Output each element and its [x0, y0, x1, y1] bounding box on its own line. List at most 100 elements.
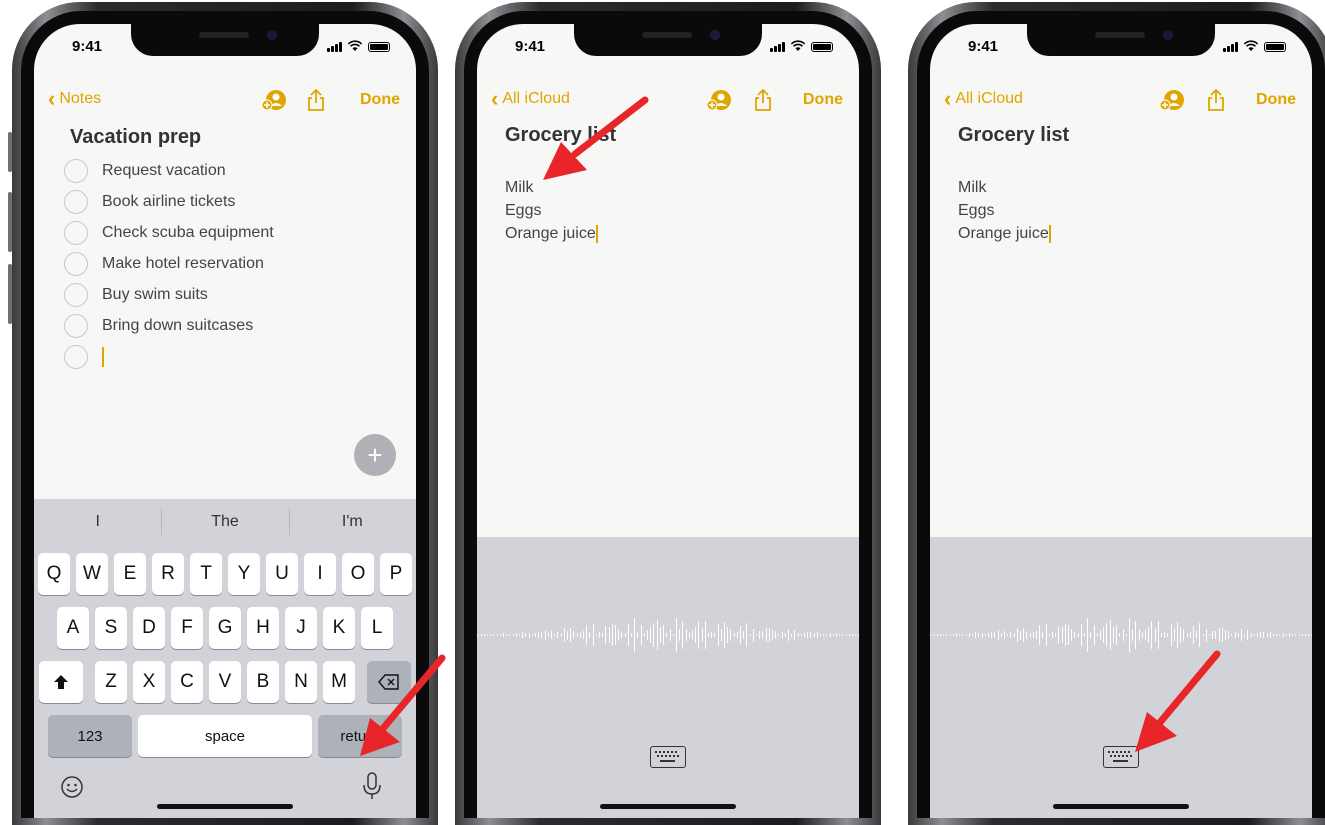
key[interactable]: I	[304, 553, 336, 595]
plus-icon[interactable]: +	[354, 434, 396, 476]
suggestion[interactable]: I	[34, 513, 161, 531]
key[interactable]: J	[285, 607, 317, 649]
checkbox-circle[interactable]	[64, 252, 88, 276]
back-label: Notes	[59, 90, 102, 107]
checklist-item[interactable]: Request vacation	[64, 159, 226, 183]
text-cursor	[595, 225, 598, 243]
done-button[interactable]: Done	[1256, 91, 1296, 109]
wifi-icon	[347, 40, 363, 51]
back-label: All iCloud	[955, 90, 1023, 107]
key[interactable]: F	[171, 607, 203, 649]
checklist-item[interactable]: Check scuba equipment	[64, 221, 274, 245]
home-indicator	[1053, 804, 1189, 809]
key[interactable]: L	[361, 607, 393, 649]
key[interactable]: V	[209, 661, 241, 703]
key[interactable]: O	[342, 553, 374, 595]
key[interactable]: M	[323, 661, 355, 703]
checklist-item[interactable]: Book airline tickets	[64, 190, 235, 214]
keyboard-icon[interactable]	[1103, 746, 1139, 768]
microphone-icon[interactable]	[362, 771, 382, 806]
note-title: Grocery list	[958, 124, 1070, 146]
audio-waveform	[477, 617, 859, 653]
back-button[interactable]: ‹ All iCloud	[944, 86, 1023, 111]
key[interactable]: G	[209, 607, 241, 649]
back-button[interactable]: ‹ All iCloud	[491, 86, 570, 111]
key[interactable]: A	[57, 607, 89, 649]
checkbox-circle[interactable]	[64, 314, 88, 338]
screen: 9:41 ‹ All iCloud Done Grocery list Milk…	[477, 24, 859, 818]
key[interactable]: C	[171, 661, 203, 703]
checklist-item[interactable]: Make hotel reservation	[64, 252, 264, 276]
text-cursor	[1048, 225, 1051, 243]
signal-icon	[770, 42, 785, 52]
key-row-1: Q W E R T Y U I O P	[34, 553, 416, 595]
key[interactable]: Y	[228, 553, 260, 595]
phone-3: 9:41 ‹ All iCloud Done Grocery list Milk…	[908, 2, 1325, 825]
shift-icon[interactable]	[39, 661, 83, 703]
emoji-icon[interactable]	[60, 775, 84, 804]
key[interactable]: Z	[95, 661, 127, 703]
delete-icon[interactable]	[367, 661, 411, 703]
key[interactable]: K	[323, 607, 355, 649]
key[interactable]: E	[114, 553, 146, 595]
key-space[interactable]: space	[138, 715, 312, 757]
text-cursor	[102, 347, 104, 367]
back-label: All iCloud	[502, 90, 570, 107]
suggestion[interactable]: The	[161, 509, 288, 535]
done-button[interactable]: Done	[803, 91, 843, 109]
phone-2: 9:41 ‹ All iCloud Done Grocery list Milk…	[455, 2, 881, 825]
key[interactable]: U	[266, 553, 298, 595]
key-row-4: 123 space return	[34, 715, 416, 757]
key[interactable]: Q	[38, 553, 70, 595]
share-icon[interactable]	[751, 88, 775, 112]
suggestion[interactable]: I'm	[288, 509, 416, 535]
checklist-item[interactable]: Bring down suitcases	[64, 314, 253, 338]
chevron-left-icon: ‹	[491, 86, 499, 111]
key-123[interactable]: 123	[48, 715, 132, 757]
battery-icon	[368, 42, 390, 52]
note-line: Eggs	[505, 202, 542, 219]
signal-icon	[1223, 42, 1238, 52]
screen: 9:41 ‹ All iCloud Done Grocery list Milk…	[930, 24, 1312, 818]
status-time: 9:41	[515, 38, 546, 55]
key[interactable]: B	[247, 661, 279, 703]
note-line: Orange juice	[505, 225, 598, 243]
key[interactable]: R	[152, 553, 184, 595]
home-indicator	[157, 804, 293, 809]
checklist-item[interactable]: Buy swim suits	[64, 283, 208, 307]
checkbox-circle[interactable]	[64, 190, 88, 214]
add-person-icon[interactable]	[262, 88, 286, 112]
key[interactable]: W	[76, 553, 108, 595]
checkbox-circle[interactable]	[64, 345, 88, 369]
key[interactable]: X	[133, 661, 165, 703]
phone-1: 9:41 ‹ Notes Done Vacation prep Request …	[8, 2, 438, 825]
note-title: Grocery list	[505, 124, 617, 146]
notch	[1027, 24, 1215, 56]
chevron-left-icon: ‹	[48, 86, 56, 111]
back-button[interactable]: ‹ Notes	[48, 86, 102, 111]
keyboard-icon[interactable]	[650, 746, 686, 768]
share-icon[interactable]	[304, 88, 328, 112]
checkbox-circle[interactable]	[64, 283, 88, 307]
add-person-icon[interactable]	[707, 88, 731, 112]
checkbox-circle[interactable]	[64, 221, 88, 245]
key[interactable]: P	[380, 553, 412, 595]
key[interactable]: T	[190, 553, 222, 595]
key[interactable]: S	[95, 607, 127, 649]
nav-bar: ‹ All iCloud Done	[930, 82, 1312, 118]
nav-bar: ‹ Notes Done	[34, 82, 416, 118]
key[interactable]: D	[133, 607, 165, 649]
key-row-2: A S D F G H J K L	[34, 607, 416, 649]
checkbox-circle[interactable]	[64, 159, 88, 183]
key[interactable]: H	[247, 607, 279, 649]
done-button[interactable]: Done	[360, 91, 400, 109]
key[interactable]: N	[285, 661, 317, 703]
chevron-left-icon: ‹	[944, 86, 952, 111]
checklist-item-new[interactable]	[64, 345, 104, 369]
note-line: Orange juice	[958, 225, 1051, 243]
share-icon[interactable]	[1204, 88, 1228, 112]
note-title: Vacation prep	[70, 126, 202, 148]
key-return[interactable]: return	[318, 715, 402, 757]
add-person-icon[interactable]	[1160, 88, 1184, 112]
home-indicator	[600, 804, 736, 809]
